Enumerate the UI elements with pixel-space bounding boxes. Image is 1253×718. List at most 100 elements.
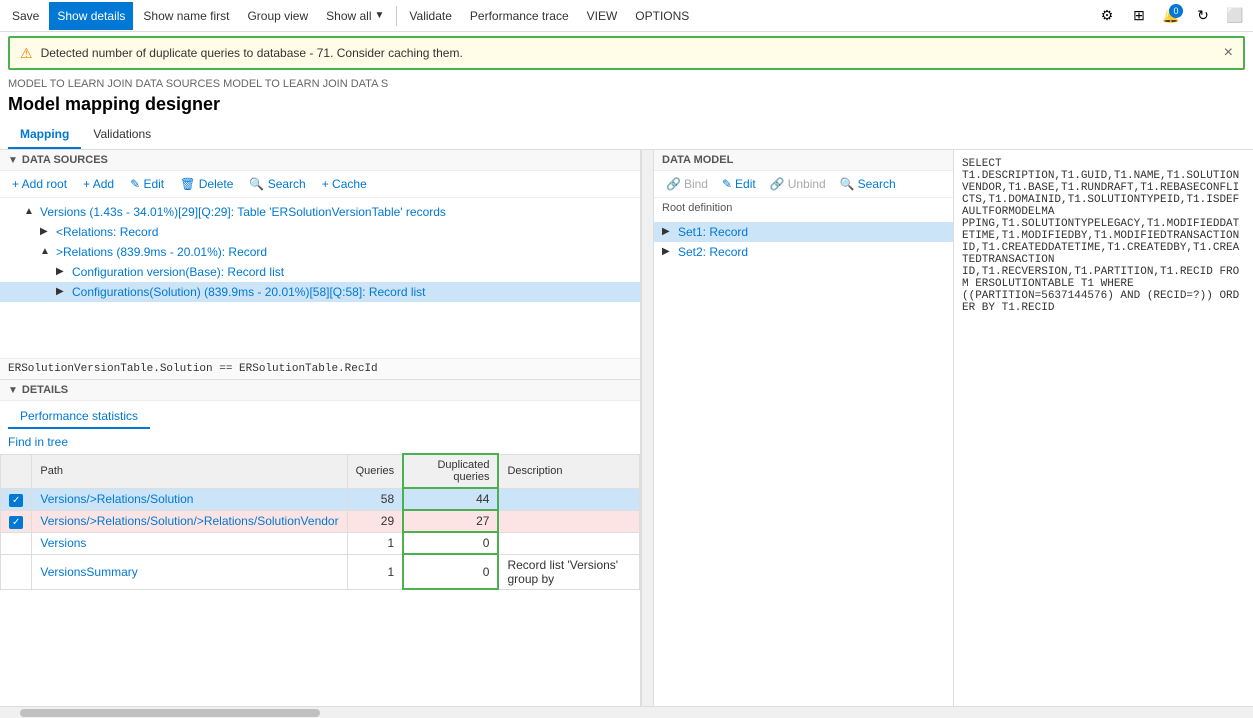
tree-expand-relations[interactable]: ▲ — [40, 246, 52, 257]
restore-icon[interactable]: ⬜ — [1221, 2, 1249, 30]
bind-button[interactable]: 🔗 Bind — [662, 175, 712, 193]
dm-label-set2: Set2: Record — [678, 245, 945, 259]
page-title: Model mapping designer — [0, 92, 1253, 121]
tree-item-relations[interactable]: ▲ >Relations (839.9ms - 20.01%): Record — [0, 242, 640, 262]
sql-text: SELECT T1.DESCRIPTION,T1.GUID,T1.NAME,T1… — [962, 158, 1245, 314]
save-button[interactable]: Save — [4, 2, 47, 30]
show-details-button[interactable]: Show details — [49, 2, 133, 30]
data-sources-tree: ▲ Versions (1.43s - 34.01%)[29][Q:29]: T… — [0, 198, 640, 358]
view-button[interactable]: VIEW — [579, 2, 626, 30]
warning-close-button[interactable]: × — [1224, 44, 1233, 62]
tab-mapping[interactable]: Mapping — [8, 121, 81, 149]
show-all-button[interactable]: Show all ▼ — [318, 2, 392, 30]
refresh-icon[interactable]: ↻ — [1189, 2, 1217, 30]
warning-text: Detected number of duplicate queries to … — [41, 46, 463, 60]
add-root-button[interactable]: + Add root — [8, 175, 71, 193]
row-queries: 29 — [347, 510, 403, 532]
warning-banner: ⚠ Detected number of duplicate queries t… — [8, 36, 1245, 70]
page-tabs: Mapping Validations — [0, 121, 1253, 150]
col-header-path: Path — [32, 454, 347, 488]
details-label: DETAILS — [22, 384, 68, 396]
warning-icon: ⚠ — [20, 45, 33, 62]
table-row[interactable]: VersionsSummary 1 0 Record list 'Version… — [1, 554, 640, 589]
tree-expand-versions[interactable]: ▲ — [24, 206, 36, 217]
row-dup: 0 — [403, 554, 498, 589]
chevron-down-icon: ▼ — [375, 10, 385, 21]
dm-expand-set1[interactable]: ▶ — [662, 226, 674, 237]
row-check: ✓ — [1, 488, 32, 510]
row-dup: 44 — [403, 488, 498, 510]
separator-1 — [396, 6, 397, 26]
row-path: Versions/>Relations/Solution/>Relations/… — [32, 510, 347, 532]
breadcrumb: MODEL TO LEARN JOIN DATA SOURCES MODEL T… — [0, 74, 1253, 92]
dm-tree-item-set1[interactable]: ▶ Set1: Record — [654, 222, 953, 242]
tree-label-versions: Versions (1.43s - 34.01%)[29][Q:29]: Tab… — [40, 205, 632, 219]
tree-item-relations-record[interactable]: ▶ <Relations: Record — [0, 222, 640, 242]
tree-label-configurations: Configurations(Solution) (839.9ms - 20.0… — [72, 285, 632, 299]
office-icon[interactable]: ⊞ — [1125, 2, 1153, 30]
row-check: ✓ — [1, 510, 32, 532]
left-scrollbar — [641, 150, 653, 706]
validate-button[interactable]: Validate — [401, 2, 459, 30]
col-header-check — [1, 454, 32, 488]
link-icon: 🔗 — [666, 177, 681, 191]
table-row[interactable]: ✓ Versions/>Relations/Solution/>Relation… — [1, 510, 640, 532]
notification-icon[interactable]: 🔔0 — [1157, 2, 1185, 30]
tree-item-versions[interactable]: ▲ Versions (1.43s - 34.01%)[29][Q:29]: T… — [0, 202, 640, 222]
options-button[interactable]: OPTIONS — [627, 2, 697, 30]
dm-edit-button[interactable]: ✎ Edit — [718, 175, 760, 193]
dm-label-set1: Set1: Record — [678, 225, 945, 239]
row-check — [1, 532, 32, 554]
table-row[interactable]: Versions 1 0 — [1, 532, 640, 554]
row-desc — [498, 510, 639, 532]
data-sources-header: ▼ DATA SOURCES — [0, 150, 640, 171]
tree-expand-configurations[interactable]: ▶ — [56, 286, 68, 297]
search-icon: 🔍 — [840, 177, 855, 191]
formula-bar: ERSolutionVersionTable.Solution == ERSol… — [0, 358, 640, 379]
tree-expand-relations-record[interactable]: ▶ — [40, 226, 52, 237]
unbind-icon: 🔗 — [770, 177, 785, 191]
row-queries: 1 — [347, 532, 403, 554]
add-button[interactable]: + Add — [79, 175, 118, 193]
perf-statistics-tab[interactable]: Performance statistics — [8, 405, 150, 429]
dm-search-button[interactable]: 🔍 Search — [836, 175, 900, 193]
performance-trace-button[interactable]: Performance trace — [462, 2, 577, 30]
unbind-button[interactable]: 🔗 Unbind — [766, 175, 830, 193]
col-header-queries: Queries — [347, 454, 403, 488]
details-chevron[interactable]: ▼ — [8, 385, 18, 396]
search-button[interactable]: 🔍 Search — [245, 175, 309, 193]
find-in-tree-link[interactable]: Find in tree — [0, 433, 640, 453]
tab-validations[interactable]: Validations — [81, 121, 163, 149]
data-model-header: DATA MODEL — [654, 150, 953, 171]
main-toolbar: Save Show details Show name first Group … — [0, 0, 1253, 32]
tree-label-relations: >Relations (839.9ms - 20.01%): Record — [56, 245, 632, 259]
dm-tree-item-set2[interactable]: ▶ Set2: Record — [654, 242, 953, 262]
show-name-first-button[interactable]: Show name first — [135, 2, 237, 30]
row-path: Versions — [32, 532, 347, 554]
row-path: Versions/>Relations/Solution — [32, 488, 347, 510]
edit-button[interactable]: ✎ Edit — [126, 175, 168, 193]
toolbar-right: ⚙ ⊞ 🔔0 ↻ ⬜ — [1093, 2, 1249, 30]
edit-icon: ✎ — [722, 177, 732, 191]
perf-table-wrapper: Path Queries Duplicated queries Descript… — [0, 453, 640, 590]
group-view-button[interactable]: Group view — [239, 2, 316, 30]
tree-label-relations-record: <Relations: Record — [56, 225, 632, 239]
tree-item-configurations[interactable]: ▶ Configurations(Solution) (839.9ms - 20… — [0, 282, 640, 302]
tree-expand-config-version[interactable]: ▶ — [56, 266, 68, 277]
row-desc: Record list 'Versions' group by — [498, 554, 639, 589]
col-header-dup-queries: Duplicated queries — [403, 454, 498, 488]
scrollbar-thumb[interactable] — [20, 709, 320, 717]
left-panel: ▼ DATA SOURCES + Add root + Add ✎ Edit 🗑… — [0, 150, 641, 706]
dm-expand-set2[interactable]: ▶ — [662, 246, 674, 257]
sql-panel: SELECT T1.DESCRIPTION,T1.GUID,T1.NAME,T1… — [953, 150, 1253, 706]
settings-icon[interactable]: ⚙ — [1093, 2, 1121, 30]
tree-item-config-version[interactable]: ▶ Configuration version(Base): Record li… — [0, 262, 640, 282]
cache-button[interactable]: + Cache — [318, 175, 371, 193]
tree-label-config-version: Configuration version(Base): Record list — [72, 265, 632, 279]
bottom-scrollbar[interactable] — [0, 706, 1253, 718]
data-sources-chevron[interactable]: ▼ — [8, 155, 18, 166]
delete-button[interactable]: 🗑 Delete — [176, 175, 237, 193]
perf-table: Path Queries Duplicated queries Descript… — [0, 453, 640, 590]
table-row[interactable]: ✓ Versions/>Relations/Solution 58 44 — [1, 488, 640, 510]
row-desc — [498, 488, 639, 510]
